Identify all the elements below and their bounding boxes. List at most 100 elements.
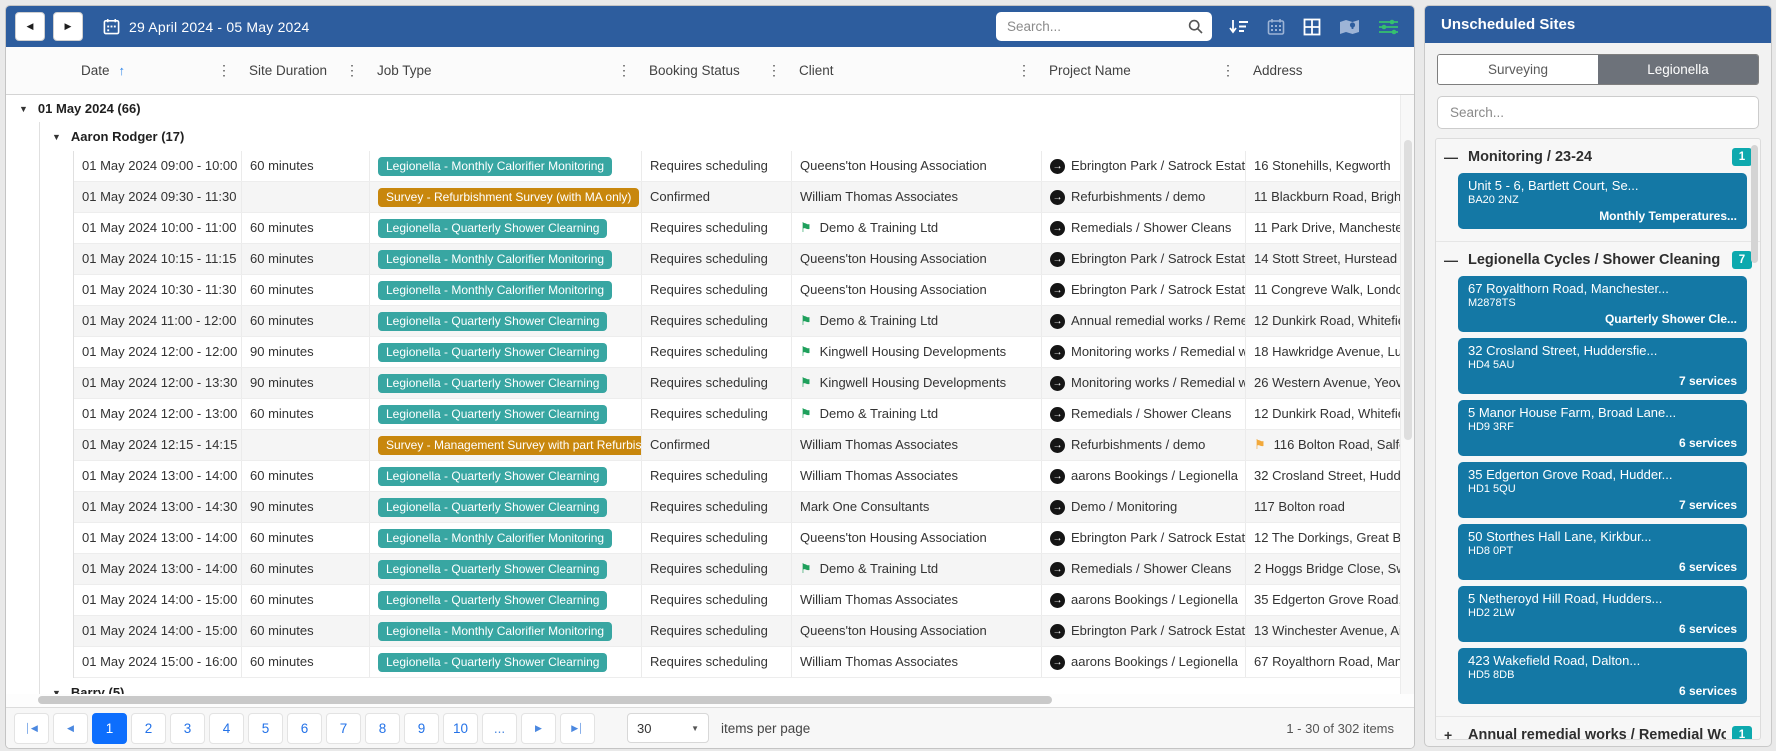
sidebar-scrollbar-thumb[interactable] <box>1751 145 1758 263</box>
site-card[interactable]: 67 Royalthorn Road, Manchester...M2878TS… <box>1458 276 1747 332</box>
grid-view-icon[interactable] <box>1303 18 1321 36</box>
horizontal-scrollbar-thumb[interactable] <box>38 696 1052 704</box>
page-button-7[interactable]: 7 <box>326 713 361 744</box>
page-button-9[interactable]: 9 <box>404 713 439 744</box>
site-card[interactable]: 32 Crosland Street, Huddersfie...HD4 5AU… <box>1458 338 1747 394</box>
expand-plus-icon[interactable]: + <box>1444 727 1468 741</box>
sort-descending-icon[interactable] <box>1228 18 1249 36</box>
site-card[interactable]: 35 Edgerton Grove Road, Hudder...HD1 5QU… <box>1458 462 1747 518</box>
prev-week-button[interactable]: ◀ <box>15 12 45 41</box>
date-group-row[interactable]: ▼ 01 May 2024 (66) <box>6 95 1414 122</box>
collapse-minus-icon[interactable]: — <box>1444 149 1468 165</box>
table-row[interactable]: 01 May 2024 09:00 - 10:0060 minutesLegio… <box>74 151 1414 182</box>
page-size-dropdown[interactable]: 30 ▼ <box>627 713 709 743</box>
tab-legionella[interactable]: Legionella <box>1598 55 1758 84</box>
horizontal-scrollbar[interactable] <box>6 694 1414 707</box>
page-button-8[interactable]: 8 <box>365 713 400 744</box>
next-page-button[interactable]: ▶ <box>521 713 556 744</box>
table-row[interactable]: 01 May 2024 14:00 - 15:0060 minutesLegio… <box>74 616 1414 647</box>
column-header-date[interactable]: Date↑⋮ <box>72 47 240 94</box>
client-name: Demo & Training Ltd <box>820 313 939 328</box>
column-menu-icon[interactable]: ⋮ <box>337 62 359 79</box>
table-row[interactable]: 01 May 2024 15:00 - 16:0060 minutesLegio… <box>74 647 1414 678</box>
column-menu-icon[interactable]: ⋮ <box>1213 62 1235 79</box>
collapse-caret-icon[interactable]: ▼ <box>52 132 61 142</box>
cell-duration <box>242 430 370 460</box>
header-spacer <box>6 47 72 94</box>
table-row[interactable]: 01 May 2024 12:00 - 13:3090 minutesLegio… <box>74 368 1414 399</box>
site-card[interactable]: 423 Wakefield Road, Dalton...HD5 8DB6 se… <box>1458 648 1747 704</box>
column-header-client[interactable]: Client⋮ <box>790 47 1040 94</box>
column-label: Address <box>1253 63 1303 78</box>
site-card-info: Quarterly Shower Cle... <box>1468 312 1737 326</box>
table-row[interactable]: 01 May 2024 13:00 - 14:0060 minutesLegio… <box>74 554 1414 585</box>
column-menu-icon[interactable]: ⋮ <box>209 62 231 79</box>
cell-project: →Ebrington Park / Satrock Estate <box>1042 523 1246 553</box>
column-header-booking-status[interactable]: Booking Status⋮ <box>640 47 790 94</box>
project-name: Remedials / Shower Cleans <box>1071 220 1231 235</box>
cell-booking-status: Requires scheduling <box>642 554 792 584</box>
table-row[interactable]: 01 May 2024 12:00 - 13:0060 minutesLegio… <box>74 399 1414 430</box>
table-row[interactable]: 01 May 2024 13:00 - 14:0060 minutesLegio… <box>74 461 1414 492</box>
column-header-job-type[interactable]: Job Type⋮ <box>368 47 640 94</box>
tab-surveying[interactable]: Surveying <box>1438 55 1598 84</box>
column-header-site-duration[interactable]: Site Duration⋮ <box>240 47 368 94</box>
page-button-3[interactable]: 3 <box>170 713 205 744</box>
grid-search-input[interactable] <box>1005 18 1188 35</box>
column-header-project-name[interactable]: Project Name⋮ <box>1040 47 1244 94</box>
sidebar-group-header[interactable]: +Annual remedial works / Remedial Works1 <box>1444 721 1752 740</box>
cell-project: →Ebrington Park / Satrock Estate <box>1042 616 1246 646</box>
cell-booking-status: Requires scheduling <box>642 399 792 429</box>
vertical-scrollbar[interactable] <box>1400 95 1414 694</box>
page-button-10[interactable]: 10 <box>443 713 478 744</box>
last-page-button[interactable]: ▶│ <box>560 713 595 744</box>
cell-job-type: Survey - Refurbishment Survey (with MA o… <box>370 182 642 212</box>
column-menu-icon[interactable]: ⋮ <box>1009 62 1031 79</box>
table-row[interactable]: 01 May 2024 13:00 - 14:3090 minutesLegio… <box>74 492 1414 523</box>
job-type-badge: Legionella - Quarterly Shower Clearning <box>378 405 607 424</box>
table-row[interactable]: 01 May 2024 09:30 - 11:30Survey - Refurb… <box>74 182 1414 213</box>
table-row[interactable]: 01 May 2024 10:00 - 11:0060 minutesLegio… <box>74 213 1414 244</box>
project-name: Ebrington Park / Satrock Estate <box>1071 623 1246 638</box>
table-row[interactable]: 01 May 2024 10:15 - 11:1560 minutesLegio… <box>74 244 1414 275</box>
vertical-scrollbar-thumb[interactable] <box>1404 140 1412 440</box>
table-row[interactable]: 01 May 2024 11:00 - 12:0060 minutesLegio… <box>74 306 1414 337</box>
next-week-button[interactable]: ▶ <box>53 12 83 41</box>
site-card[interactable]: Unit 5 - 6, Bartlett Court, Se...BA20 2N… <box>1458 173 1747 229</box>
collapse-caret-icon[interactable]: ▼ <box>19 104 28 114</box>
collapse-minus-icon[interactable]: — <box>1444 252 1468 268</box>
sidebar-group-header[interactable]: —Monitoring / 23-241 <box>1444 143 1752 170</box>
filters-icon[interactable] <box>1378 18 1399 36</box>
page-button-5[interactable]: 5 <box>248 713 283 744</box>
map-view-icon[interactable] <box>1339 18 1360 36</box>
first-page-button[interactable]: │◀ <box>14 713 49 744</box>
site-card-info: 6 services <box>1468 560 1737 574</box>
cell-booking-status: Requires scheduling <box>642 337 792 367</box>
prev-page-button[interactable]: ◀ <box>53 713 88 744</box>
items-range-label: 1 - 30 of 302 items <box>1286 721 1406 736</box>
page-button-4[interactable]: 4 <box>209 713 244 744</box>
site-card[interactable]: 5 Netheroyd Hill Road, Hudders...HD2 2LW… <box>1458 586 1747 642</box>
table-row[interactable]: 01 May 2024 10:30 - 11:3060 minutesLegio… <box>74 275 1414 306</box>
column-header-address[interactable]: Address <box>1244 47 1402 94</box>
page-button-...[interactable]: ... <box>482 713 517 744</box>
site-card-title: 67 Royalthorn Road, Manchester... <box>1468 281 1737 296</box>
column-menu-icon[interactable]: ⋮ <box>609 62 631 79</box>
table-row[interactable]: 01 May 2024 12:00 - 12:0090 minutesLegio… <box>74 337 1414 368</box>
page-button-6[interactable]: 6 <box>287 713 322 744</box>
sidebar-search-input[interactable] <box>1437 96 1759 129</box>
resource-group-row[interactable]: ▼ Aaron Rodger (17) <box>40 122 1414 151</box>
site-card[interactable]: 5 Manor House Farm, Broad Lane...HD9 3RF… <box>1458 400 1747 456</box>
date-range-label[interactable]: 29 April 2024 - 05 May 2024 <box>129 19 310 35</box>
cell-date: 01 May 2024 10:30 - 11:30 <box>74 275 242 305</box>
table-row[interactable]: 01 May 2024 13:00 - 14:0060 minutesLegio… <box>74 523 1414 554</box>
table-row[interactable]: 01 May 2024 14:00 - 15:0060 minutesLegio… <box>74 585 1414 616</box>
page-button-2[interactable]: 2 <box>131 713 166 744</box>
site-card[interactable]: 50 Storthes Hall Lane, Kirkbur...HD8 0PT… <box>1458 524 1747 580</box>
page-button-1[interactable]: 1 <box>92 713 127 744</box>
table-row[interactable]: 01 May 2024 12:15 - 14:15Survey - Manage… <box>74 430 1414 461</box>
resource-group-row-next[interactable]: ▼ Barry (5) <box>40 678 1414 694</box>
sidebar-group-header[interactable]: —Legionella Cycles / Shower Cleaning7 <box>1444 246 1752 273</box>
calendar-view-icon[interactable] <box>1267 18 1285 36</box>
column-menu-icon[interactable]: ⋮ <box>759 62 781 79</box>
